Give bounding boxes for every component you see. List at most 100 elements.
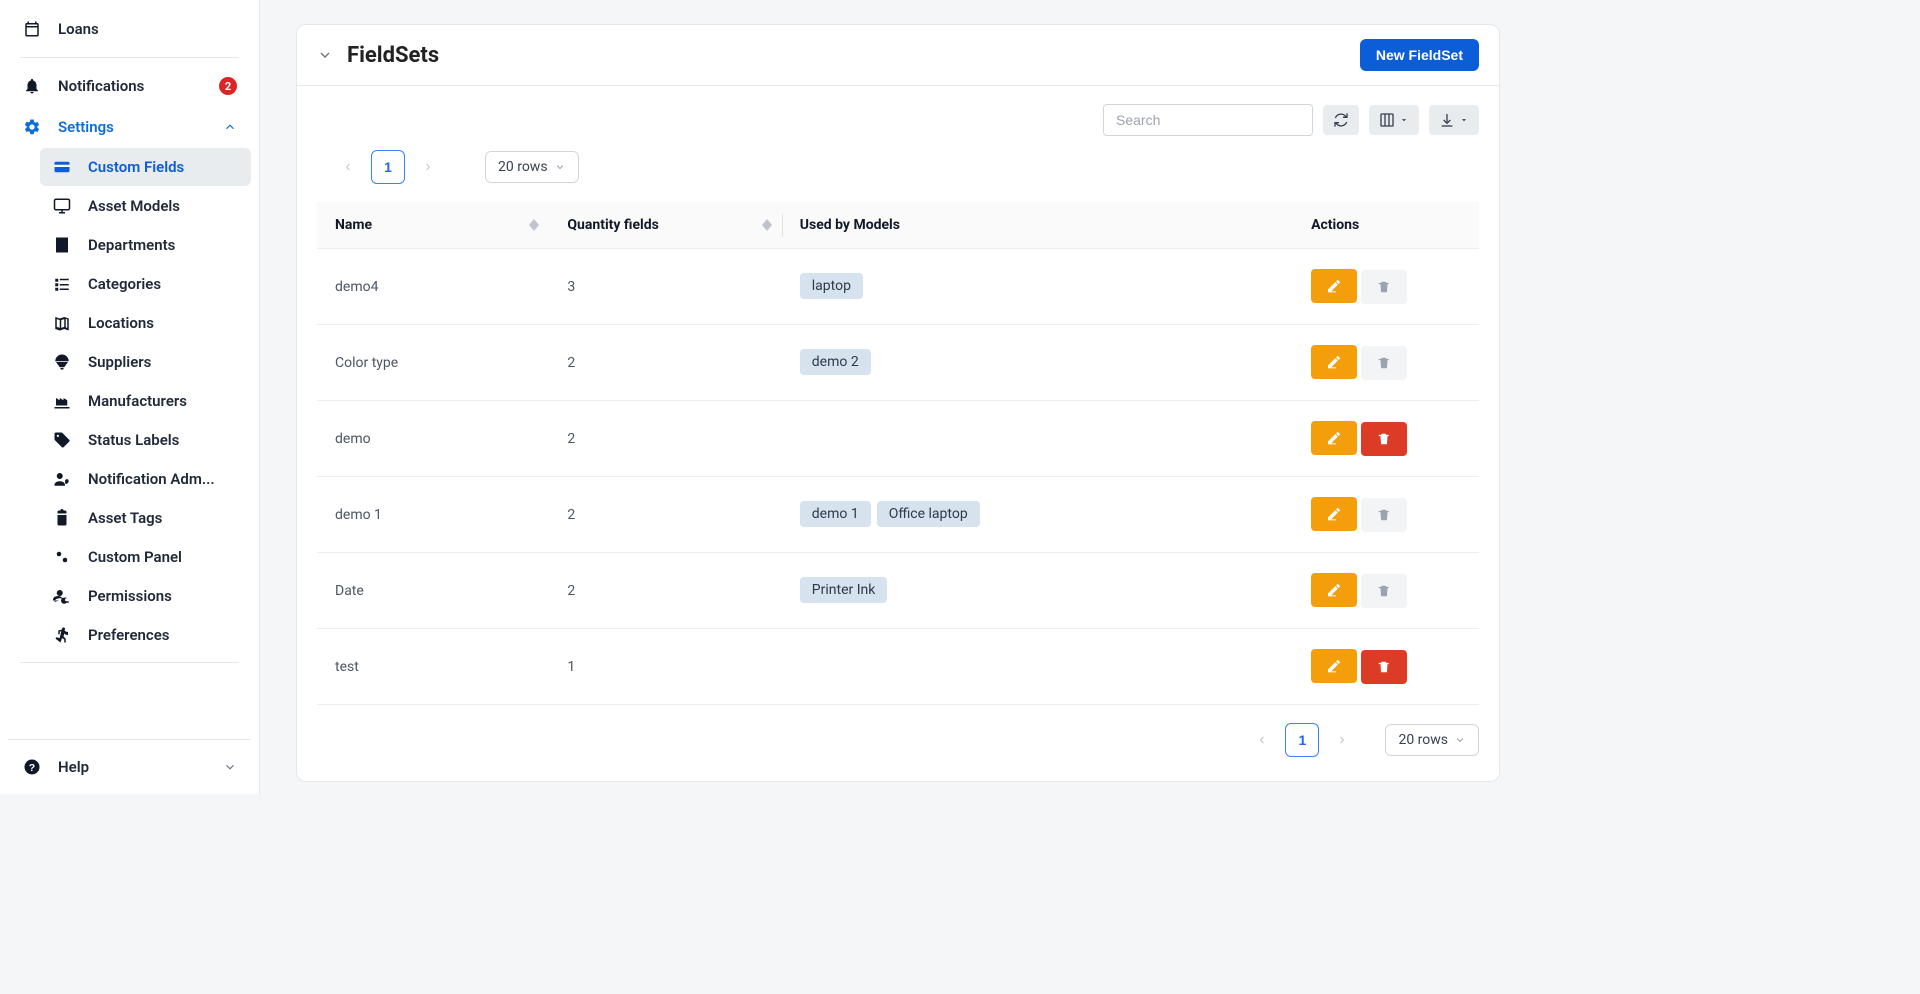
sidebar-label-notification-admin: Notification Adm... [88,470,215,488]
sidebar-item-asset-tags[interactable]: Asset Tags [40,499,251,537]
sidebar-item-locations[interactable]: Locations [40,304,251,342]
sidebar-label-help: Help [58,758,89,776]
cell-actions [1293,553,1479,629]
parachute-icon [52,353,72,371]
sidebar-item-suppliers[interactable]: Suppliers [40,343,251,381]
factory-icon [52,392,72,410]
sidebar-item-departments[interactable]: Departments [40,226,251,264]
cell-qty: 3 [549,249,781,325]
delete-button[interactable] [1361,422,1407,456]
cell-actions [1293,249,1479,325]
chevron-down-icon [1454,734,1466,746]
main-content: FieldSets New FieldSet [260,0,1520,794]
sidebar-item-manufacturers[interactable]: Manufacturers [40,382,251,420]
delete-button[interactable] [1361,650,1407,684]
sidebar-label-permissions: Permissions [88,587,172,605]
edit-button[interactable] [1311,269,1357,303]
pager-next-bottom[interactable] [1325,723,1359,757]
table-row: test1 [317,629,1479,705]
rows-per-page-top[interactable]: 20 rows [485,151,579,183]
new-fieldset-button[interactable]: New FieldSet [1360,39,1479,71]
sidebar-label-asset-models: Asset Models [88,197,180,215]
sidebar-item-settings[interactable]: Settings [8,107,251,147]
gears-icon [52,548,72,566]
sidebar-item-loans[interactable]: Loans [8,9,251,49]
model-chip[interactable]: demo 2 [800,349,871,375]
th-quantity[interactable]: Quantity fields [549,202,781,249]
sidebar-label-settings: Settings [58,118,114,136]
pager-page-1-bottom[interactable]: 1 [1285,723,1319,757]
trash-icon [1377,356,1391,370]
edit-button[interactable] [1311,345,1357,379]
trash-icon [1377,280,1391,294]
fieldsets-table: Name Quantity fields [317,202,1479,705]
export-button[interactable] [1429,105,1479,135]
map-icon [52,314,72,332]
pager-prev[interactable] [331,150,365,184]
sidebar-item-categories[interactable]: Categories [40,265,251,303]
chevron-down-icon [554,161,566,173]
search-input[interactable] [1103,104,1313,136]
table-row: Date2Printer Ink [317,553,1479,629]
model-chip[interactable]: Printer Ink [800,577,888,603]
sidebar: Loans Notifications 2 Settings [0,0,260,794]
collapse-icon[interactable] [317,47,333,63]
cell-name: demo 1 [317,477,549,553]
user-gear-icon [52,470,72,488]
edit-button[interactable] [1311,649,1357,683]
clipboard-icon [52,509,72,527]
pager-prev-bottom[interactable] [1245,723,1279,757]
user-key-icon [52,587,72,605]
cell-actions [1293,629,1479,705]
sidebar-item-preferences[interactable]: Preferences [40,616,251,654]
model-chip[interactable]: laptop [800,273,863,299]
edit-button[interactable] [1311,421,1357,455]
card-icon [52,158,72,176]
chevron-down-icon [223,760,237,774]
refresh-button[interactable] [1323,105,1359,135]
edit-icon [1326,430,1342,446]
download-icon [1439,112,1455,128]
rows-per-page-bottom[interactable]: 20 rows [1385,724,1479,756]
table-row: demo2 [317,401,1479,477]
trash-icon [1377,432,1391,446]
pager-page-1[interactable]: 1 [371,150,405,184]
caret-down-icon [1459,115,1469,125]
sidebar-item-status-labels[interactable]: Status Labels [40,421,251,459]
sidebar-item-notification-admin[interactable]: Notification Adm... [40,460,251,498]
bell-icon [22,77,42,95]
columns-icon [1379,112,1395,128]
help-icon: ? [22,758,42,776]
columns-button[interactable] [1369,105,1419,135]
pager-next[interactable] [411,150,445,184]
table-row: Color type2demo 2 [317,325,1479,401]
sidebar-label-custom-panel: Custom Panel [88,548,182,566]
cell-name: test [317,629,549,705]
cell-qty: 2 [549,401,781,477]
cell-used-by: Printer Ink [782,553,1293,629]
delete-button [1361,498,1407,532]
edit-icon [1326,658,1342,674]
sort-icon [529,219,539,231]
th-name[interactable]: Name [317,202,549,249]
notifications-badge: 2 [219,77,237,95]
cell-qty: 2 [549,477,781,553]
trash-icon [1377,584,1391,598]
table-row: demo 12demo 1Office laptop [317,477,1479,553]
edit-button[interactable] [1311,497,1357,531]
sidebar-item-asset-models[interactable]: Asset Models [40,187,251,225]
edit-icon [1326,354,1342,370]
model-chip[interactable]: demo 1 [800,501,871,527]
trash-icon [1377,508,1391,522]
sidebar-item-permissions[interactable]: Permissions [40,577,251,615]
sidebar-item-help[interactable]: ? Help [8,747,251,787]
monitor-icon [52,197,72,215]
edit-button[interactable] [1311,573,1357,607]
sidebar-label-preferences: Preferences [88,626,170,644]
sidebar-item-notifications[interactable]: Notifications 2 [8,66,251,106]
trash-icon [1377,660,1391,674]
edit-icon [1326,506,1342,522]
sidebar-item-custom-panel[interactable]: Custom Panel [40,538,251,576]
sidebar-item-custom-fields[interactable]: Custom Fields [40,148,251,186]
model-chip[interactable]: Office laptop [877,501,980,527]
